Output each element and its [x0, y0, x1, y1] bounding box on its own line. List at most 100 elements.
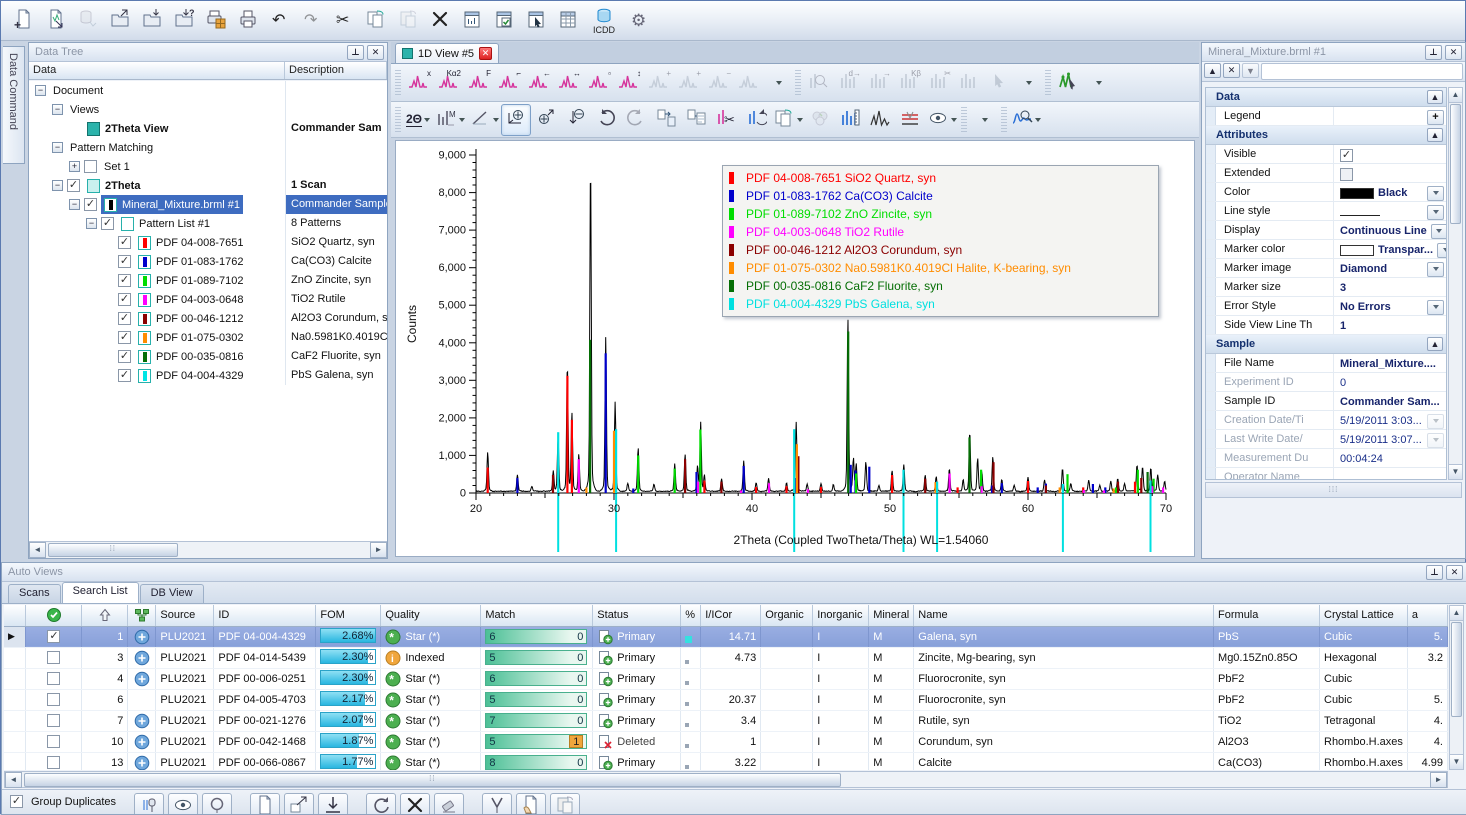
- row-selector[interactable]: [4, 731, 26, 752]
- intensity-scale-button[interactable]: [835, 104, 865, 136]
- property-value[interactable]: No Errors: [1334, 297, 1446, 315]
- dropdown-icon[interactable]: [1437, 243, 1446, 258]
- property-value[interactable]: [1334, 164, 1446, 182]
- expand-duplicates-icon[interactable]: [134, 713, 150, 729]
- property-value[interactable]: +: [1334, 107, 1446, 125]
- expand-cell[interactable]: [128, 626, 156, 647]
- tree-row[interactable]: +Set 1: [29, 157, 387, 176]
- checkbox-cell[interactable]: [26, 710, 82, 731]
- search-result-row[interactable]: ▶✓1PLU2021PDF 04-004-43292.68%*Star (*)6…: [4, 626, 1448, 647]
- property-value[interactable]: ✓: [1334, 145, 1446, 163]
- row-checkbox[interactable]: [47, 714, 60, 727]
- import-wizard-button[interactable]: ?: [169, 4, 199, 38]
- scroll-left-icon[interactable]: ◄: [29, 542, 46, 558]
- property-value[interactable]: Commander Sam...: [1334, 392, 1446, 410]
- column-header-quality[interactable]: Quality: [381, 605, 481, 626]
- column-header-inorganic[interactable]: Inorganic: [813, 605, 869, 626]
- property-value[interactable]: 0: [1334, 373, 1446, 391]
- move-down-icon[interactable]: ▼: [1242, 63, 1259, 78]
- search-list-hscrollbar[interactable]: ◄ ⁞⁞ ►: [4, 771, 1448, 788]
- scroll-up-icon[interactable]: ▲: [1449, 88, 1462, 103]
- bars-kb-tool[interactable]: Kβ: [893, 67, 923, 99]
- tree-row[interactable]: −✓Mineral_Mixture.brml #1Commander Sampl…: [29, 195, 387, 214]
- tree-checkbox[interactable]: ✓: [118, 255, 131, 268]
- chart-plot-area[interactable]: 01,0002,0003,0004,0005,0006,0007,0008,00…: [395, 140, 1195, 557]
- merge-button[interactable]: [805, 104, 835, 136]
- refresh-list-button[interactable]: [366, 793, 396, 814]
- zoom-in-button[interactable]: [531, 104, 561, 136]
- column-header-a[interactable]: a: [1407, 605, 1447, 626]
- expand-duplicates-icon[interactable]: [134, 650, 150, 666]
- property-value[interactable]: 5/19/2011 3:07...: [1334, 430, 1446, 448]
- expand-cell[interactable]: [128, 668, 156, 689]
- y-axis-mode-button[interactable]: M: [433, 104, 467, 136]
- scale-y-tool[interactable]: ↕: [613, 67, 643, 99]
- column-header-id[interactable]: ID: [214, 605, 316, 626]
- expand-cell[interactable]: [128, 731, 156, 752]
- properties-vscrollbar[interactable]: ▲ ▼: [1448, 87, 1463, 480]
- paste-to-window-button[interactable]: [681, 104, 711, 136]
- download-list-button[interactable]: [318, 793, 348, 814]
- redo-view-button[interactable]: [621, 104, 651, 136]
- panel-splitter[interactable]: ⁞⁞⁞: [1205, 482, 1462, 498]
- dropdown-icon[interactable]: [1427, 205, 1444, 220]
- export-list-button[interactable]: [284, 793, 314, 814]
- column-header-organic[interactable]: Organic: [761, 605, 813, 626]
- dropdown-icon[interactable]: [1427, 262, 1444, 277]
- copy-button[interactable]: [361, 4, 391, 38]
- search-result-row[interactable]: 4PLU2021PDF 00-006-02512.30%*Star (*)60P…: [4, 668, 1448, 689]
- pointer-window-button[interactable]: [521, 4, 551, 38]
- checkbox-cell[interactable]: [26, 752, 82, 770]
- background-mode-button[interactable]: [467, 104, 501, 136]
- copy-to-window-button[interactable]: [651, 104, 681, 136]
- tab-scans[interactable]: Scans: [8, 584, 61, 603]
- scroll-right-icon[interactable]: ►: [370, 542, 387, 558]
- tree-checkbox[interactable]: ✓: [118, 274, 131, 287]
- scan-window-button[interactable]: [457, 4, 487, 38]
- row-selector[interactable]: [4, 668, 26, 689]
- zoom-out-button[interactable]: [561, 104, 591, 136]
- property-value[interactable]: Transpar...: [1334, 240, 1446, 258]
- expand-icon[interactable]: +: [69, 161, 80, 172]
- column-header-icon[interactable]: [128, 605, 156, 626]
- appearance-tool[interactable]: [1053, 67, 1083, 99]
- collapse-icon[interactable]: −: [35, 85, 46, 96]
- pin-icon[interactable]: ⊥: [1425, 45, 1442, 60]
- column-header-mineral[interactable]: Mineral: [869, 605, 914, 626]
- collapse-icon[interactable]: −: [69, 199, 80, 210]
- stretch-scale-tool[interactable]: ↔: [553, 67, 583, 99]
- collapse-icon[interactable]: −: [52, 104, 63, 115]
- tree-row[interactable]: ✓PDF 01-075-0302Na0.5981K0.4019Cl: [29, 328, 387, 347]
- strip-x-tool[interactable]: x: [403, 67, 433, 99]
- checkbox-cell[interactable]: [26, 689, 82, 710]
- grab-doc-button[interactable]: [516, 793, 546, 814]
- row-checkbox[interactable]: [47, 693, 60, 706]
- property-value[interactable]: Mineral_Mixture....: [1334, 354, 1446, 372]
- expand-duplicates-icon[interactable]: [134, 671, 150, 687]
- add-stack-tool[interactable]: +: [643, 67, 673, 99]
- import-button[interactable]: [137, 4, 167, 38]
- extra-dropdown[interactable]: [969, 104, 999, 136]
- arrange-views-tool[interactable]: [733, 67, 763, 99]
- delete-button[interactable]: [425, 4, 455, 38]
- property-checkbox[interactable]: [1340, 168, 1353, 181]
- search-list-vscrollbar[interactable]: ▲ ▼: [1449, 605, 1464, 770]
- scroll-right-icon[interactable]: ►: [1430, 772, 1447, 788]
- column-header-fom[interactable]: FOM: [316, 605, 381, 626]
- strip-kalpha2-tool[interactable]: Kα2: [433, 67, 463, 99]
- add-legend-icon[interactable]: +: [1427, 110, 1444, 125]
- remove-view-tool[interactable]: −: [703, 67, 733, 99]
- row-selector[interactable]: [4, 752, 26, 770]
- close-icon[interactable]: ✕: [1446, 565, 1463, 580]
- row-checkbox[interactable]: [47, 735, 60, 748]
- data-command-tab[interactable]: Data Command: [3, 46, 25, 164]
- baseline-button[interactable]: [895, 104, 925, 136]
- shift-left-tool[interactable]: ←: [523, 67, 553, 99]
- tab-1d-view[interactable]: 1D View #5 ✕: [395, 43, 499, 63]
- bars-cut-tool[interactable]: ✂: [923, 67, 953, 99]
- remove-entry-button[interactable]: [400, 793, 430, 814]
- property-section-header[interactable]: Attributes▲: [1206, 126, 1446, 145]
- more-tools-dropdown[interactable]: [763, 67, 793, 99]
- tree-row[interactable]: ✓PDF 00-035-0816CaF2 Fluorite, syn: [29, 347, 387, 366]
- group-duplicates-toggle[interactable]: ✓Group Duplicates: [10, 793, 116, 808]
